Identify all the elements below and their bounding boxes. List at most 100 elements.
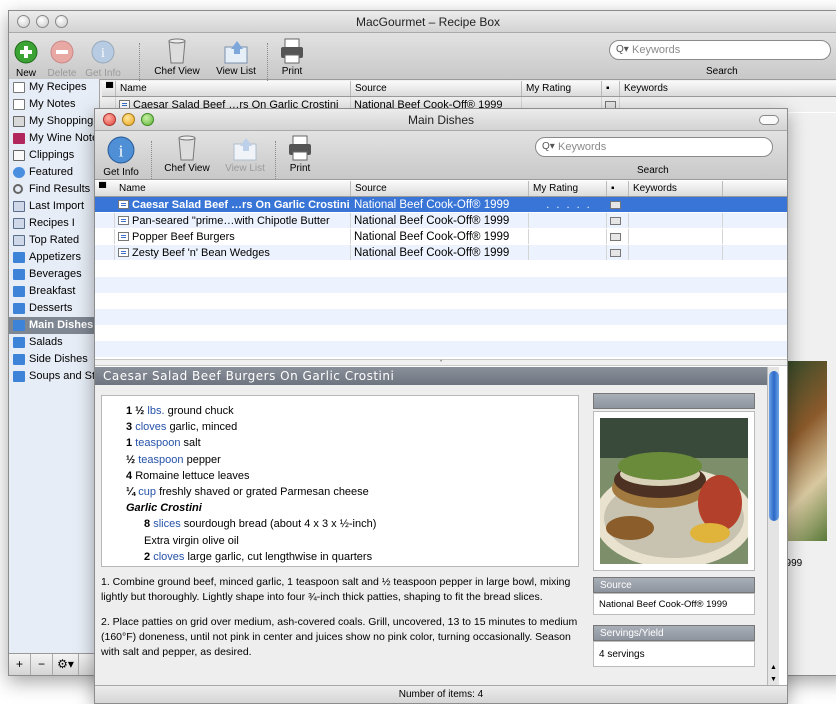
ingredient-line: ¼ cup freshly shaved or grated Parmesan … xyxy=(126,486,369,499)
sidebar-item[interactable]: Soups and Stews xyxy=(9,368,99,385)
front-titlebar[interactable]: Main Dishes xyxy=(95,109,787,131)
split-divider[interactable]: • xyxy=(95,359,787,366)
view-list-icon xyxy=(224,41,248,64)
back-titlebar[interactable]: MacGourmet – Recipe Box xyxy=(9,11,836,33)
sidebar-item[interactable]: Find Results xyxy=(9,181,99,198)
chef-view-button[interactable]: Chef View xyxy=(159,134,215,174)
add-icon[interactable]: + xyxy=(9,654,31,675)
ingredient-subheading: Garlic Crostini xyxy=(126,502,202,515)
window-title: Main Dishes xyxy=(407,113,475,127)
recipe-table: Caesar Salad Beef …rs On Garlic Crostini… xyxy=(95,197,787,359)
table-row[interactable]: Pan-seared "prime…with Chipotle Butter Na… xyxy=(95,213,787,229)
search-input[interactable]: Keywords xyxy=(535,137,773,157)
gear-icon[interactable]: ⚙▾ xyxy=(53,654,79,675)
folder-icon xyxy=(13,269,25,280)
scroll-down-arrow[interactable]: ▼ xyxy=(768,676,779,683)
last-icon xyxy=(13,201,25,212)
col-photo[interactable]: ▪ xyxy=(607,181,629,196)
burger-photo xyxy=(594,418,754,568)
col-flag[interactable]: ▀ xyxy=(102,81,116,96)
toolbar-separator xyxy=(151,141,152,179)
info-icon: i xyxy=(91,40,115,64)
col-photo[interactable]: ▪ xyxy=(602,81,620,96)
new-button[interactable]: New xyxy=(13,39,39,79)
sidebar-item[interactable]: Clippings xyxy=(9,147,99,164)
folder-icon xyxy=(13,337,25,348)
table-row[interactable]: Zesty Beef 'n' Bean Wedges National Beef … xyxy=(95,245,787,261)
chef-view-button[interactable]: Chef View xyxy=(149,37,205,77)
view-list-button[interactable]: View List xyxy=(219,134,271,174)
close-icon[interactable] xyxy=(17,15,30,28)
delete-button[interactable]: Delete xyxy=(45,39,79,79)
col-rating[interactable]: My Rating xyxy=(529,181,607,196)
col-name[interactable]: Name xyxy=(116,81,351,96)
recipe-rating xyxy=(529,213,607,228)
sidebar-item[interactable]: My Notes xyxy=(9,96,99,113)
remove-icon[interactable]: − xyxy=(31,654,53,675)
chef-hat-icon xyxy=(178,135,196,161)
sidebar-item[interactable]: Side Dishes xyxy=(9,351,99,368)
folder-icon xyxy=(13,371,25,382)
col-flag[interactable]: ▀ xyxy=(95,181,115,196)
sidebar-item[interactable]: Salads xyxy=(9,334,99,351)
sidebar-item[interactable]: Main Dishes xyxy=(9,317,99,334)
search-label: Search xyxy=(637,165,669,176)
col-name[interactable]: Name xyxy=(115,181,351,196)
toolbar-separator xyxy=(267,43,268,81)
print-button[interactable]: Print xyxy=(275,37,309,77)
sidebar-item[interactable]: Appetizers xyxy=(9,249,99,266)
col-rating[interactable]: My Rating xyxy=(522,81,602,96)
recipe-step: 2. Place patties on grid over medium, as… xyxy=(101,616,578,658)
recipe-source: National Beef Cook-Off® 1999 xyxy=(351,229,529,244)
recipe-steps: 1. Combine ground beef, minced garlic, 1… xyxy=(101,575,583,670)
col-source[interactable]: Source xyxy=(351,81,522,96)
table-row[interactable]: Caesar Salad Beef …rs On Garlic Crostini… xyxy=(95,197,787,213)
col-source[interactable]: Source xyxy=(351,181,529,196)
sidebar-item[interactable]: Desserts xyxy=(9,300,99,317)
sidebar-item[interactable]: My Shopping List xyxy=(9,113,99,130)
recipe-title: Caesar Salad Beef Burgers On Garlic Cros… xyxy=(95,367,767,385)
table-row[interactable]: Popper Beef Burgers National Beef Cook-Of… xyxy=(95,229,787,245)
minimize-icon[interactable] xyxy=(122,113,135,126)
minimize-icon[interactable] xyxy=(36,15,49,28)
sidebar-item[interactable]: Recipes I xyxy=(9,215,99,232)
sidebar-item[interactable]: Beverages xyxy=(9,266,99,283)
zoom-icon[interactable] xyxy=(141,113,154,126)
zoom-icon[interactable] xyxy=(55,15,68,28)
recipe-icon xyxy=(118,248,129,257)
doc-icon xyxy=(13,99,25,110)
window-title: MacGourmet – Recipe Box xyxy=(355,15,501,29)
col-keywords[interactable]: Keywords xyxy=(620,81,836,96)
svg-text:i: i xyxy=(119,141,124,160)
sidebar-item[interactable]: My Recipes xyxy=(9,79,99,96)
detail-scrollbar[interactable]: ▲ ▼ xyxy=(767,367,779,685)
toolbar-toggle-button[interactable] xyxy=(759,115,779,125)
get-info-button[interactable]: i Get Info xyxy=(101,136,141,178)
get-info-button[interactable]: i Get Info xyxy=(83,39,123,79)
recipe-photo[interactable] xyxy=(593,411,755,571)
recipe-step: 1. Combine ground beef, minced garlic, 1… xyxy=(101,576,571,603)
photo-icon xyxy=(610,201,621,209)
col-keywords[interactable]: Keywords xyxy=(629,181,723,196)
chef-hat-icon xyxy=(168,38,186,64)
toolbar-separator xyxy=(139,43,140,81)
close-icon[interactable] xyxy=(103,113,116,126)
sidebar-item[interactable]: Featured xyxy=(9,164,99,181)
sidebar-item[interactable]: My Wine Notes xyxy=(9,130,99,147)
recipe-rating xyxy=(529,245,607,260)
scroll-thumb[interactable] xyxy=(769,371,779,521)
recipe-source: National Beef Cook-Off® 1999 xyxy=(351,245,529,260)
folder-icon xyxy=(13,303,25,314)
sidebar-item[interactable]: Breakfast xyxy=(9,283,99,300)
scroll-up-arrow[interactable]: ▲ xyxy=(768,664,779,671)
sidebar-item[interactable]: Top Rated xyxy=(9,232,99,249)
recipe-icon xyxy=(118,232,129,241)
print-button[interactable]: Print xyxy=(283,134,317,174)
ingredient-line: 1 teaspoon salt xyxy=(126,437,201,450)
ingredient-line: ½ teaspoon pepper xyxy=(126,453,221,466)
search-input[interactable]: Keywords xyxy=(609,40,831,60)
view-list-button[interactable]: View List xyxy=(209,37,263,77)
photo-header xyxy=(593,393,755,409)
sidebar-item[interactable]: Last Import xyxy=(9,198,99,215)
main-dishes-window: Main Dishes i Get Info Chef View View Li… xyxy=(94,108,788,704)
